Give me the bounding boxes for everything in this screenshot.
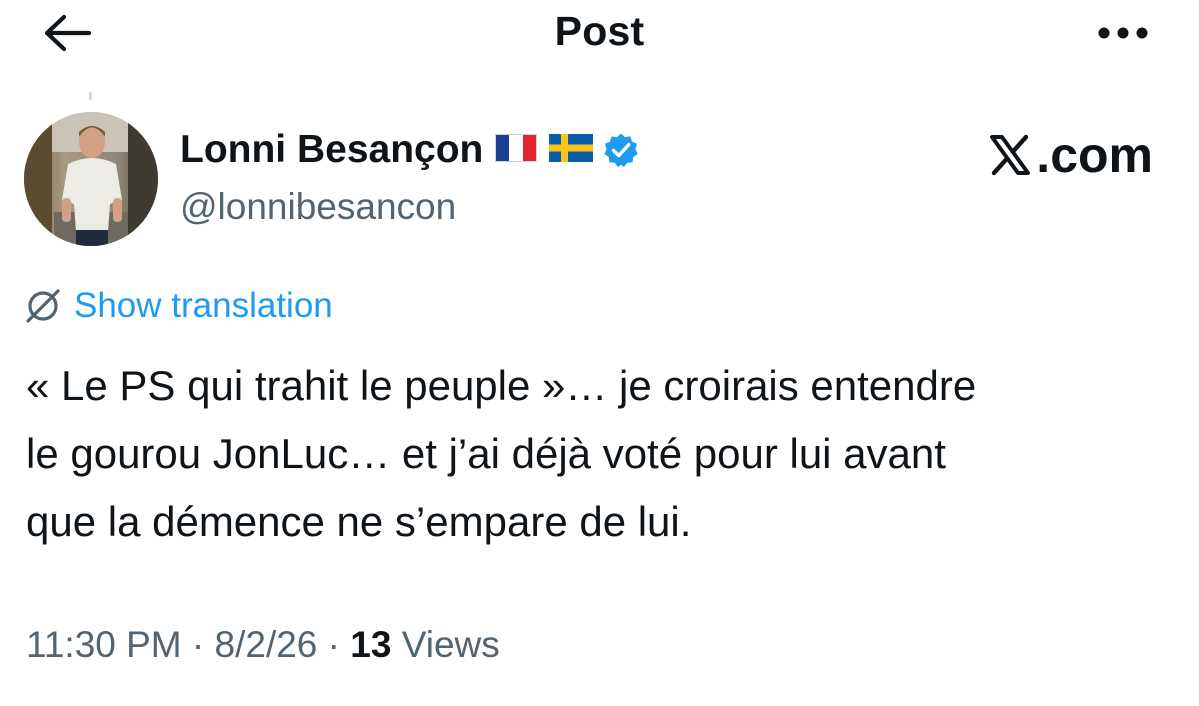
author-handle[interactable]: @lonnibesancon <box>180 186 456 228</box>
show-translation-button[interactable]: Show translation <box>24 286 333 326</box>
views-label[interactable]: Views <box>402 624 500 665</box>
site-label: .com <box>1036 127 1153 183</box>
meta-separator: · <box>327 624 340 665</box>
author-name[interactable]: Lonni Besançon <box>180 128 483 172</box>
post-text-line: le gourou JonLuc… et j’ai déjà voté pour… <box>26 430 946 477</box>
globe-slash-icon <box>26 289 60 323</box>
top-bar: Post <box>0 0 1199 70</box>
meta-separator: · <box>191 624 205 665</box>
more-button[interactable] <box>1093 18 1153 48</box>
profile-photo <box>24 112 158 246</box>
show-translation-label[interactable]: Show translation <box>74 286 333 326</box>
post-date[interactable]: 8/2/26 <box>215 624 318 665</box>
more-horizontal-icon <box>1098 27 1148 39</box>
views-count[interactable]: 13 <box>350 624 391 665</box>
avatar[interactable] <box>24 112 158 246</box>
post-time[interactable]: 11:30 PM <box>26 624 182 665</box>
author-name-row[interactable]: Lonni Besançon <box>180 128 639 172</box>
post-text-line: « Le PS qui trahit le peuple »… je croir… <box>26 362 977 409</box>
post-text: « Le PS qui trahit le peuple »… je croir… <box>26 352 1166 556</box>
sweden-flag-icon <box>549 128 594 172</box>
thread-connector <box>89 92 92 100</box>
verified-badge-icon[interactable] <box>603 132 639 168</box>
post-meta: 11:30 PM · 8/2/26 · 13 Views <box>26 624 500 666</box>
france-flag-icon <box>495 128 538 172</box>
page-title: Post <box>554 8 645 54</box>
site-branding: .com <box>988 126 1153 184</box>
post-text-line: que la démence ne s’empare de lui. <box>26 498 692 545</box>
x-logo-icon <box>990 134 1031 176</box>
